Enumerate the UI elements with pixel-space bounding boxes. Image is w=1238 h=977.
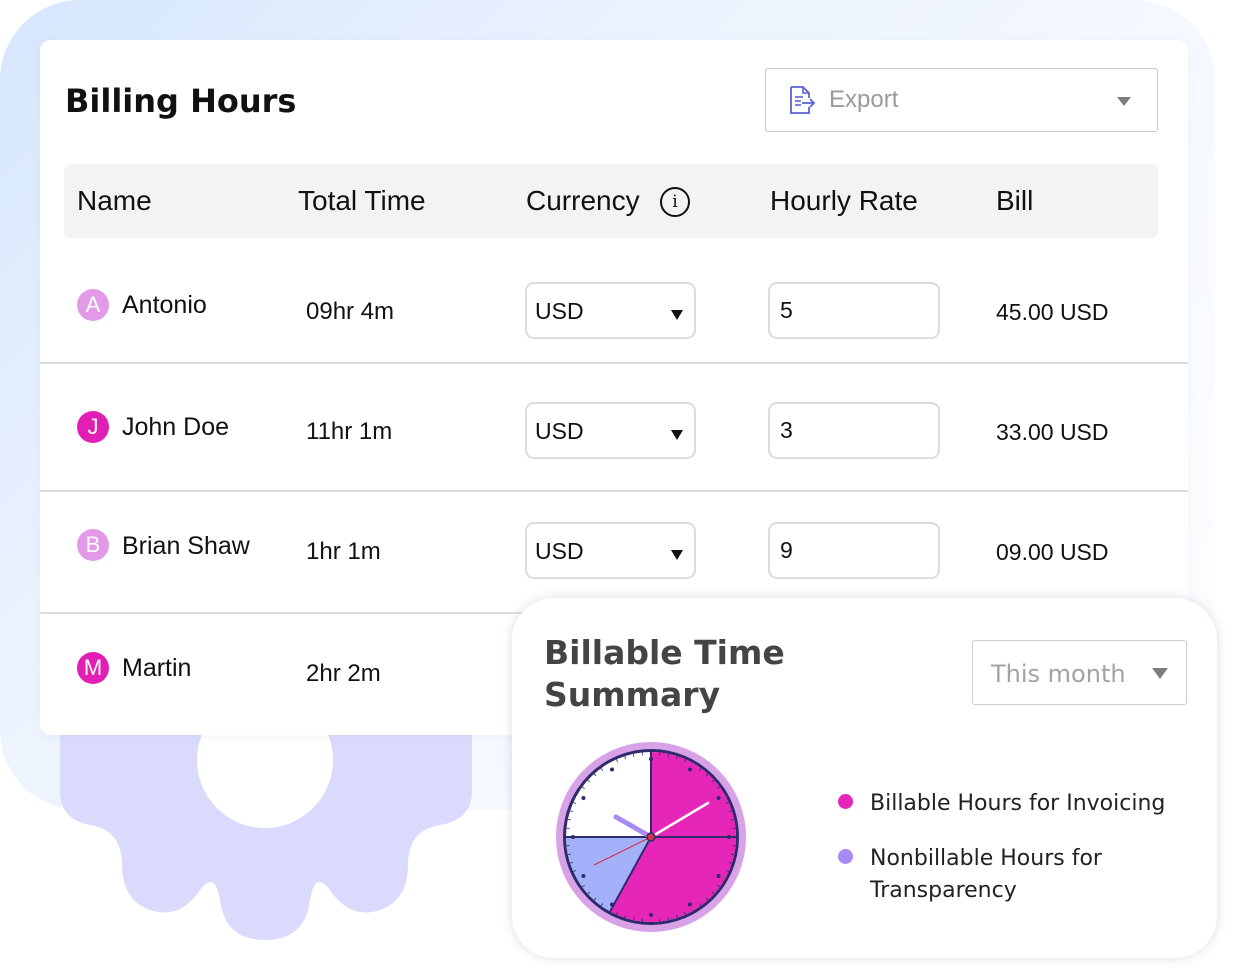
column-header-total-time: Total Time [298,185,426,216]
hour-mark [610,902,614,907]
caret-down-icon [671,550,683,560]
column-header-name: Name [77,185,152,216]
currency-dropdown[interactable]: USD [525,282,696,339]
column-header-currency: Currency [526,185,640,216]
total-time: 2hr 2m [306,660,381,687]
hour-mark [727,835,731,839]
caret-down-icon [671,310,683,320]
column-header-hourly-rate: Hourly Rate [770,185,918,216]
currency-value: USD [535,298,584,324]
currency-dropdown[interactable]: USD [525,402,696,459]
legend-dot-nonbillable [838,849,853,864]
hourly-rate-input[interactable] [768,282,940,339]
legend-dot-billable [838,794,853,809]
total-time: 1hr 1m [306,538,381,565]
bill-amount: 33.00 USD [996,419,1109,445]
clock-pie-chart [556,742,746,932]
summary-title: Billable Time Summary [544,633,785,714]
currency-value: USD [535,418,584,444]
export-label: Export [829,86,899,113]
total-time: 09hr 4m [306,298,395,325]
info-icon[interactable]: i [660,187,690,217]
employee-name: John Doe [122,413,230,441]
avatar: B [77,529,109,561]
table-header: Name Total Time Currency i Hourly Rate B… [64,164,1158,238]
hour-mark [649,757,653,761]
hourly-rate-input[interactable] [768,402,940,459]
chevron-down-icon [1152,668,1168,679]
hour-mark [610,767,614,772]
avatar: J [77,411,109,443]
hourly-rate-input[interactable] [768,522,940,579]
billable-time-summary-card: Billable Time Summary This month Billabl… [512,598,1217,958]
employee-name: Martin [122,654,192,682]
employee-name: Brian Shaw [122,532,250,560]
avatar: A [77,289,109,321]
legend-label-billable: Billable Hours for Invoicing [870,791,1166,816]
period-label: This month [991,660,1126,688]
billing-title: Billing Hours [65,82,297,120]
hour-mark [581,874,586,878]
total-time: 11hr 1m [306,418,393,445]
hour-mark [571,835,575,839]
avatar: M [77,652,109,684]
clock-center [646,832,656,842]
hour-mark [688,767,692,772]
column-header-bill: Bill [996,185,1034,216]
bill-amount: 45.00 USD [996,299,1109,325]
currency-dropdown[interactable]: USD [525,522,696,579]
table-row: J John Doe 11hr 1m USD 33.00 USD [40,364,1188,492]
hour-mark [581,796,586,800]
hour-mark [716,796,721,800]
legend-label-nonbillable: Nonbillable Hours for Transparency [870,846,1102,903]
period-dropdown[interactable]: This month [972,640,1187,705]
hour-mark [716,874,721,878]
currency-value: USD [535,538,584,564]
hour-mark [688,902,692,907]
chevron-down-icon [1117,97,1131,106]
table-row: B Brian Shaw 1hr 1m USD 09.00 USD [40,492,1188,614]
document-export-icon [790,86,816,114]
bill-amount: 09.00 USD [996,539,1109,565]
hour-mark [649,913,653,917]
employee-name: Antonio [122,291,207,319]
table-row: A Antonio 09hr 4m USD 45.00 USD [40,244,1188,364]
caret-down-icon [671,430,683,440]
export-dropdown[interactable]: Export [765,68,1158,132]
